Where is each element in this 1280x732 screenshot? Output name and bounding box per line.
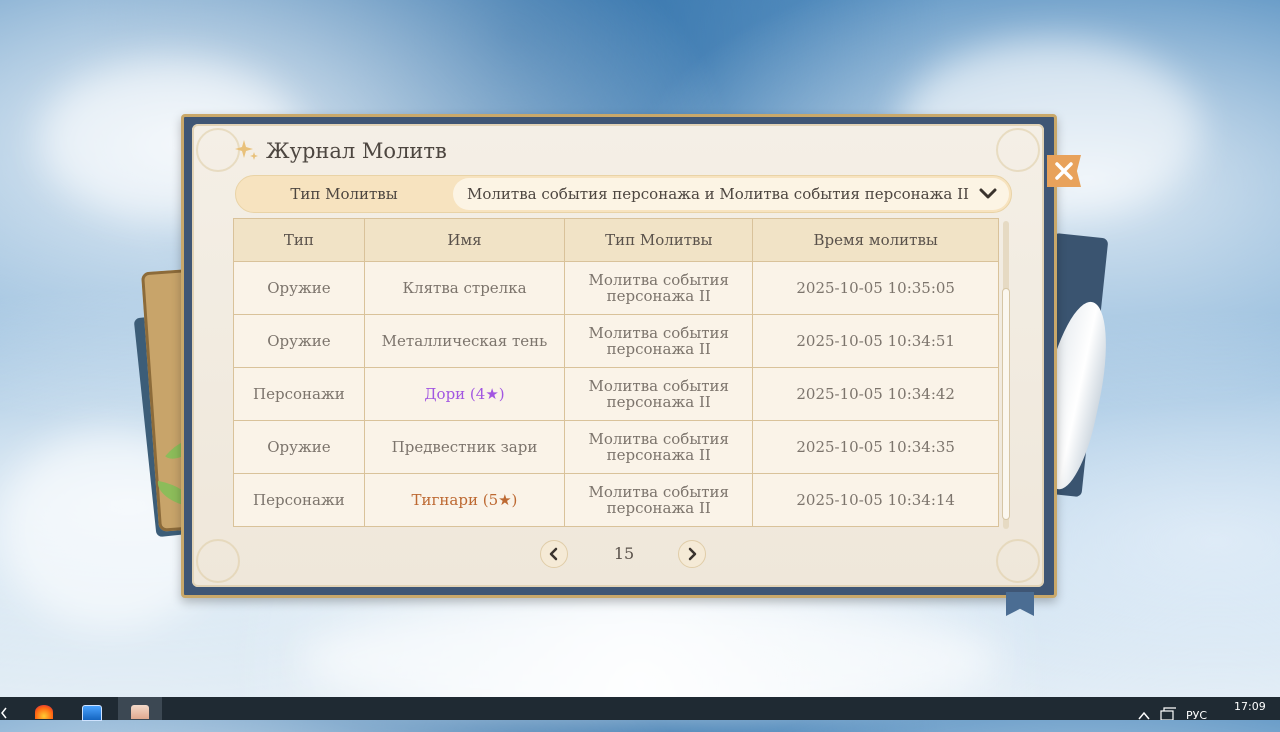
title-row: Журнал Молитв <box>234 136 447 166</box>
cell-wish-type: Молитва события персонажа II <box>564 367 754 421</box>
pagination: 15 <box>540 540 708 570</box>
cell-name: Металлическая тень <box>363 314 566 368</box>
wish-type-value: Молитва события персонажа и Молитва собы… <box>467 185 969 203</box>
cell-wish-type: Молитва события персонажа II <box>564 314 754 368</box>
cell-name: Тигнари (5★) <box>363 473 566 527</box>
cell-wish-type: Молитва события персонажа II <box>564 420 754 474</box>
cell-time: 2025-10-05 10:34:42 <box>752 367 999 421</box>
table-row: Персонажи Дори (4★) Молитва события перс… <box>233 367 999 421</box>
language-indicator[interactable]: РУС <box>1186 709 1216 732</box>
cell-name: Клятва стрелка <box>363 261 566 315</box>
taskbar-app-firefox[interactable] <box>22 697 66 720</box>
network-icon <box>1160 707 1176 721</box>
previous-page-button[interactable] <box>540 540 568 568</box>
chevron-right-icon <box>688 547 697 561</box>
cell-time: 2025-10-05 10:34:14 <box>752 473 999 527</box>
taskbar-app-computer[interactable] <box>70 697 114 721</box>
wish-history-table: Тип Имя Тип Молитвы Время молитвы Оружие… <box>233 218 999 527</box>
wish-type-dropdown[interactable]: Молитва события персонажа и Молитва собы… <box>453 178 1009 210</box>
taskbar-app-game[interactable] <box>118 697 162 720</box>
cell-type: Оружие <box>233 420 365 474</box>
scrollbar-thumb[interactable] <box>1003 289 1009 519</box>
sparkle-icon <box>235 140 258 160</box>
wish-type-label: Тип Молитвы <box>290 185 398 203</box>
close-button[interactable] <box>1047 155 1081 187</box>
firefox-icon <box>35 705 53 719</box>
header-type: Тип <box>233 218 365 262</box>
header-name: Имя <box>363 218 566 262</box>
corner-ornament <box>996 539 1040 583</box>
table-scrollbar[interactable] <box>1003 221 1009 529</box>
chevron-down-icon <box>979 188 997 199</box>
chevron-up-icon <box>1138 711 1150 720</box>
table-row: Оружие Клятва стрелка Молитва события пе… <box>233 261 999 315</box>
wish-type-selector: Тип Молитвы Молитва события персонажа и … <box>235 175 1012 213</box>
game-icon <box>131 705 149 719</box>
computer-icon <box>82 705 102 721</box>
chevron-left-icon <box>549 547 558 561</box>
header-wish-time: Время молитвы <box>752 218 999 262</box>
cell-wish-type: Молитва события персонажа II <box>564 261 754 315</box>
cell-time: 2025-10-05 10:35:05 <box>752 261 999 315</box>
cell-time: 2025-10-05 10:34:35 <box>752 420 999 474</box>
cell-type: Персонажи <box>233 473 365 527</box>
corner-ornament <box>196 539 240 583</box>
cell-wish-type: Молитва события персонажа II <box>564 473 754 527</box>
cell-name: Дори (4★) <box>363 367 566 421</box>
taskbar: РУС 17:09 <box>0 697 1280 722</box>
table-header-row: Тип Имя Тип Молитвы Время молитвы <box>233 218 999 262</box>
table-row: Оружие Металлическая тень Молитва событи… <box>233 314 999 368</box>
close-icon <box>1055 162 1073 180</box>
network-button[interactable] <box>1158 697 1178 721</box>
bookmark-ribbon <box>1006 592 1034 616</box>
table-row: Оружие Предвестник зари Молитва события … <box>233 420 999 474</box>
chevron-left-icon <box>1 707 7 719</box>
tray-overflow-button[interactable] <box>1136 697 1152 720</box>
page-title: Журнал Молитв <box>266 139 447 163</box>
cell-type: Персонажи <box>233 367 365 421</box>
cell-type: Оружие <box>233 261 365 315</box>
header-wish-type: Тип Молитвы <box>564 218 754 262</box>
taskbar-left-chevron[interactable] <box>0 697 8 720</box>
next-page-button[interactable] <box>678 540 706 568</box>
cell-type: Оружие <box>233 314 365 368</box>
table-row: Персонажи Тигнари (5★) Молитва события п… <box>233 473 999 527</box>
page-number: 15 <box>613 544 635 563</box>
cell-name: Предвестник зари <box>363 420 566 474</box>
corner-ornament <box>996 128 1040 172</box>
cell-time: 2025-10-05 10:34:51 <box>752 314 999 368</box>
